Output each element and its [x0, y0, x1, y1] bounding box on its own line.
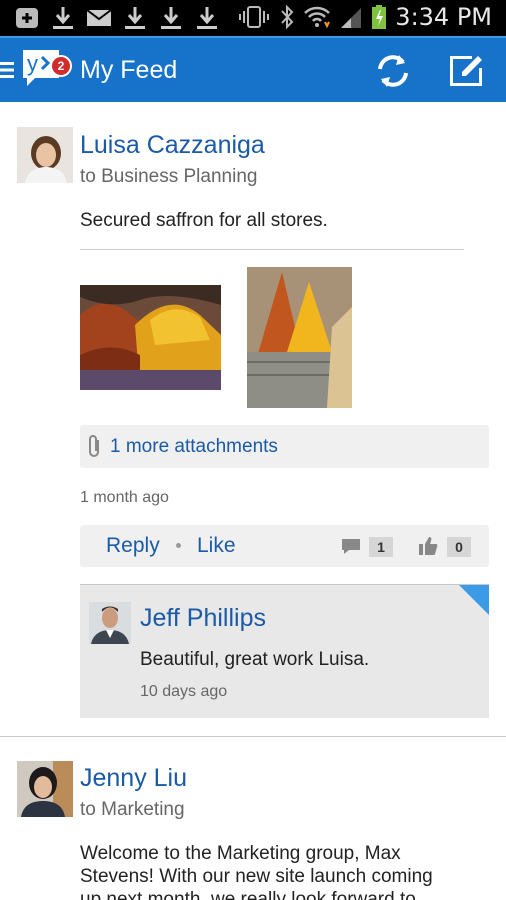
unread-indicator — [459, 585, 489, 615]
attachment-image[interactable] — [80, 285, 221, 390]
download-icon — [197, 7, 217, 29]
post-group[interactable]: to Marketing — [80, 799, 185, 821]
post-message: Welcome to the Marketing group, Max Stev… — [80, 842, 500, 900]
reply-message: Beautiful, great work Luisa. — [140, 649, 370, 670]
divider — [80, 249, 464, 250]
notification-badge[interactable]: 2 — [50, 55, 72, 77]
attachment-image[interactable] — [247, 267, 352, 408]
comment-icon[interactable] — [340, 535, 362, 557]
download-icon — [161, 7, 181, 29]
add-box-icon — [16, 8, 38, 28]
comment-count: 1 — [369, 537, 393, 557]
reply-button[interactable]: Reply — [106, 534, 160, 558]
menu-icon[interactable] — [0, 60, 14, 80]
reply-card[interactable]: Jeff Phillips Beautiful, great work Luis… — [80, 584, 489, 718]
reply-timestamp: 10 days ago — [140, 683, 228, 700]
avatar[interactable] — [17, 127, 73, 183]
download-icon — [125, 7, 145, 29]
status-clock: 3:34 PM — [395, 3, 492, 31]
more-attachments-label: 1 more attachments — [110, 436, 278, 457]
svg-text:y: y — [27, 51, 38, 76]
signal-icon — [341, 8, 362, 28]
compose-icon[interactable] — [444, 50, 486, 92]
battery-charging-icon — [372, 5, 387, 29]
reply-author[interactable]: Jeff Phillips — [140, 604, 266, 633]
refresh-icon[interactable] — [372, 51, 414, 91]
like-button[interactable]: Like — [197, 534, 236, 558]
status-bar: 3:34 PM — [0, 0, 506, 36]
avatar[interactable] — [89, 602, 131, 644]
thumbs-up-icon[interactable] — [417, 535, 439, 557]
message-line: up next month, we really look forward to — [80, 889, 416, 900]
more-attachments-button[interactable]: 1 more attachments — [80, 425, 489, 468]
paperclip-icon — [89, 435, 99, 457]
post-message: Secured saffron for all stores. — [80, 210, 328, 231]
like-count: 0 — [447, 537, 471, 557]
avatar[interactable] — [17, 761, 73, 817]
app-bar: y 2 My Feed — [0, 36, 506, 102]
post-author[interactable]: Luisa Cazzaniga — [80, 131, 265, 160]
separator-dot — [176, 543, 181, 548]
post-divider — [0, 736, 506, 737]
post-group[interactable]: to Business Planning — [80, 166, 257, 188]
wifi-icon — [304, 6, 331, 29]
download-icon — [53, 7, 73, 29]
bluetooth-icon — [281, 4, 294, 30]
mail-icon — [86, 9, 112, 26]
message-line: Stevens! With our new site launch coming — [80, 866, 433, 887]
post-author[interactable]: Jenny Liu — [80, 764, 187, 793]
post-timestamp: 1 month ago — [80, 489, 169, 506]
message-line: Welcome to the Marketing group, Max — [80, 843, 401, 864]
page-title: My Feed — [80, 56, 178, 84]
vibrate-icon — [239, 6, 270, 28]
post-actions: Reply Like 1 0 — [80, 525, 489, 567]
